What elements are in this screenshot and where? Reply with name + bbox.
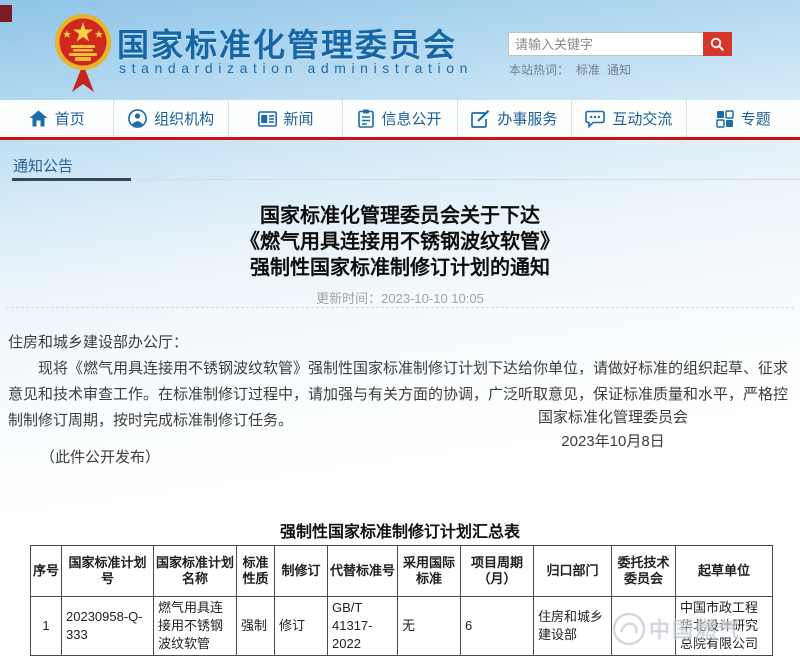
service-icon [471, 110, 490, 128]
table-header-cell: 委托技术委员会 [612, 546, 676, 597]
national-emblem-logo [54, 12, 112, 97]
nav-item-info-disclosure[interactable]: 信息公开 [343, 100, 457, 137]
nav-label: 专题 [741, 108, 771, 129]
corner-red-mark [0, 5, 12, 22]
article-title-line2: 《燃气用具连接用不锈钢波纹软管》 [0, 229, 800, 255]
table-header-cell: 国家标准计划号 [62, 546, 154, 597]
table-cell: 燃气用具连接用不锈钢波纹软管 [154, 597, 237, 656]
table-header-cell: 代替标准号 [328, 546, 398, 597]
table-header-cell: 国家标准计划名称 [154, 546, 237, 597]
search-bar [508, 32, 732, 56]
table-header-cell: 项目周期（月） [461, 546, 534, 597]
table-title: 强制性国家标准制修订计划汇总表 [0, 518, 800, 542]
table-cell: 住房和城乡建设部 [534, 597, 612, 656]
article-title: 国家标准化管理委员会关于下达 《燃气用具连接用不锈钢波纹软管》 强制性国家标准制… [0, 203, 800, 281]
table-header-cell: 标准性质 [237, 546, 275, 597]
signer: 国家标准化管理委员会 [538, 406, 688, 430]
article-title-line3: 强制性国家标准制修订计划的通知 [0, 255, 800, 281]
nav-item-topics[interactable]: 专题 [687, 100, 800, 137]
nav-item-news[interactable]: 新闻 [229, 100, 343, 137]
search-icon [710, 37, 725, 52]
table-cell: GB/T 41317-2022 [328, 597, 398, 656]
nav-label: 新闻 [284, 108, 314, 129]
table-header-cell: 制修订 [275, 546, 328, 597]
table-row: 120230958-Q-333燃气用具连接用不锈钢波纹软管强制修订GB/T 41… [31, 597, 773, 656]
nav-item-home[interactable]: 首页 [0, 100, 114, 137]
table-header-cell: 归口部门 [534, 546, 612, 597]
main-nav: 首页 组织机构 新闻 信息公开 [0, 100, 800, 140]
topics-icon [716, 110, 734, 128]
home-icon [29, 110, 48, 127]
breadcrumb[interactable]: 通知公告 [13, 155, 73, 176]
hot-words: 本站热词： 标准通知 [509, 61, 631, 78]
update-time: 更新时间：2023-10-10 10:05 [0, 288, 800, 307]
hot-word-link-notice[interactable]: 通知 [607, 63, 631, 77]
nav-label: 信息公开 [381, 108, 441, 129]
nav-item-service[interactable]: 办事服务 [458, 100, 572, 137]
standards-plan-table: 序号国家标准计划号国家标准计划名称标准性质制修订代替标准号采用国际标准项目周期（… [30, 545, 773, 656]
info-disclosure-icon [358, 109, 374, 128]
table-cell: 中国市政工程华北设计研究总院有限公司 [676, 597, 773, 656]
table-cell: 无 [398, 597, 461, 656]
sign-date: 2023年10月8日 [538, 430, 688, 454]
table-cell: 强制 [237, 597, 275, 656]
news-icon [258, 111, 277, 127]
table-header-row: 序号国家标准计划号国家标准计划名称标准性质制修订代替标准号采用国际标准项目周期（… [31, 546, 773, 597]
table-head: 序号国家标准计划号国家标准计划名称标准性质制修订代替标准号采用国际标准项目周期（… [31, 546, 773, 597]
salutation: 住房和城乡建设部办公厅： [8, 330, 794, 356]
nav-label: 组织机构 [154, 108, 214, 129]
public-release-note: （此件公开发布） [40, 446, 160, 467]
search-input[interactable] [508, 32, 703, 56]
nav-item-interaction[interactable]: 互动交流 [572, 100, 686, 137]
signature-block: 国家标准化管理委员会 2023年10月8日 [538, 406, 688, 454]
table-body: 120230958-Q-333燃气用具连接用不锈钢波纹软管强制修订GB/T 41… [31, 597, 773, 656]
table-cell: 20230958-Q-333 [62, 597, 154, 656]
hot-word-link-standard[interactable]: 标准 [576, 63, 600, 77]
site-subtitle: standardization administration [119, 60, 473, 76]
table-header-cell: 起草单位 [676, 546, 773, 597]
breadcrumb-underline [12, 178, 131, 181]
table-cell: 修订 [275, 597, 328, 656]
table-header-cell: 采用国际标准 [398, 546, 461, 597]
hot-words-label: 本站热词： [509, 63, 569, 77]
nav-item-organization[interactable]: 组织机构 [114, 100, 228, 137]
table-cell: 1 [31, 597, 62, 656]
nav-label: 首页 [55, 108, 85, 129]
article-title-line1: 国家标准化管理委员会关于下达 [0, 203, 800, 229]
table-cell: 6 [461, 597, 534, 656]
organization-icon [128, 109, 147, 128]
table-header-cell: 序号 [31, 546, 62, 597]
nav-label: 互动交流 [612, 108, 672, 129]
title-separator [6, 307, 794, 308]
interaction-icon [585, 110, 605, 128]
table-cell [612, 597, 676, 656]
search-button[interactable] [703, 32, 732, 56]
nav-label: 办事服务 [497, 108, 557, 129]
